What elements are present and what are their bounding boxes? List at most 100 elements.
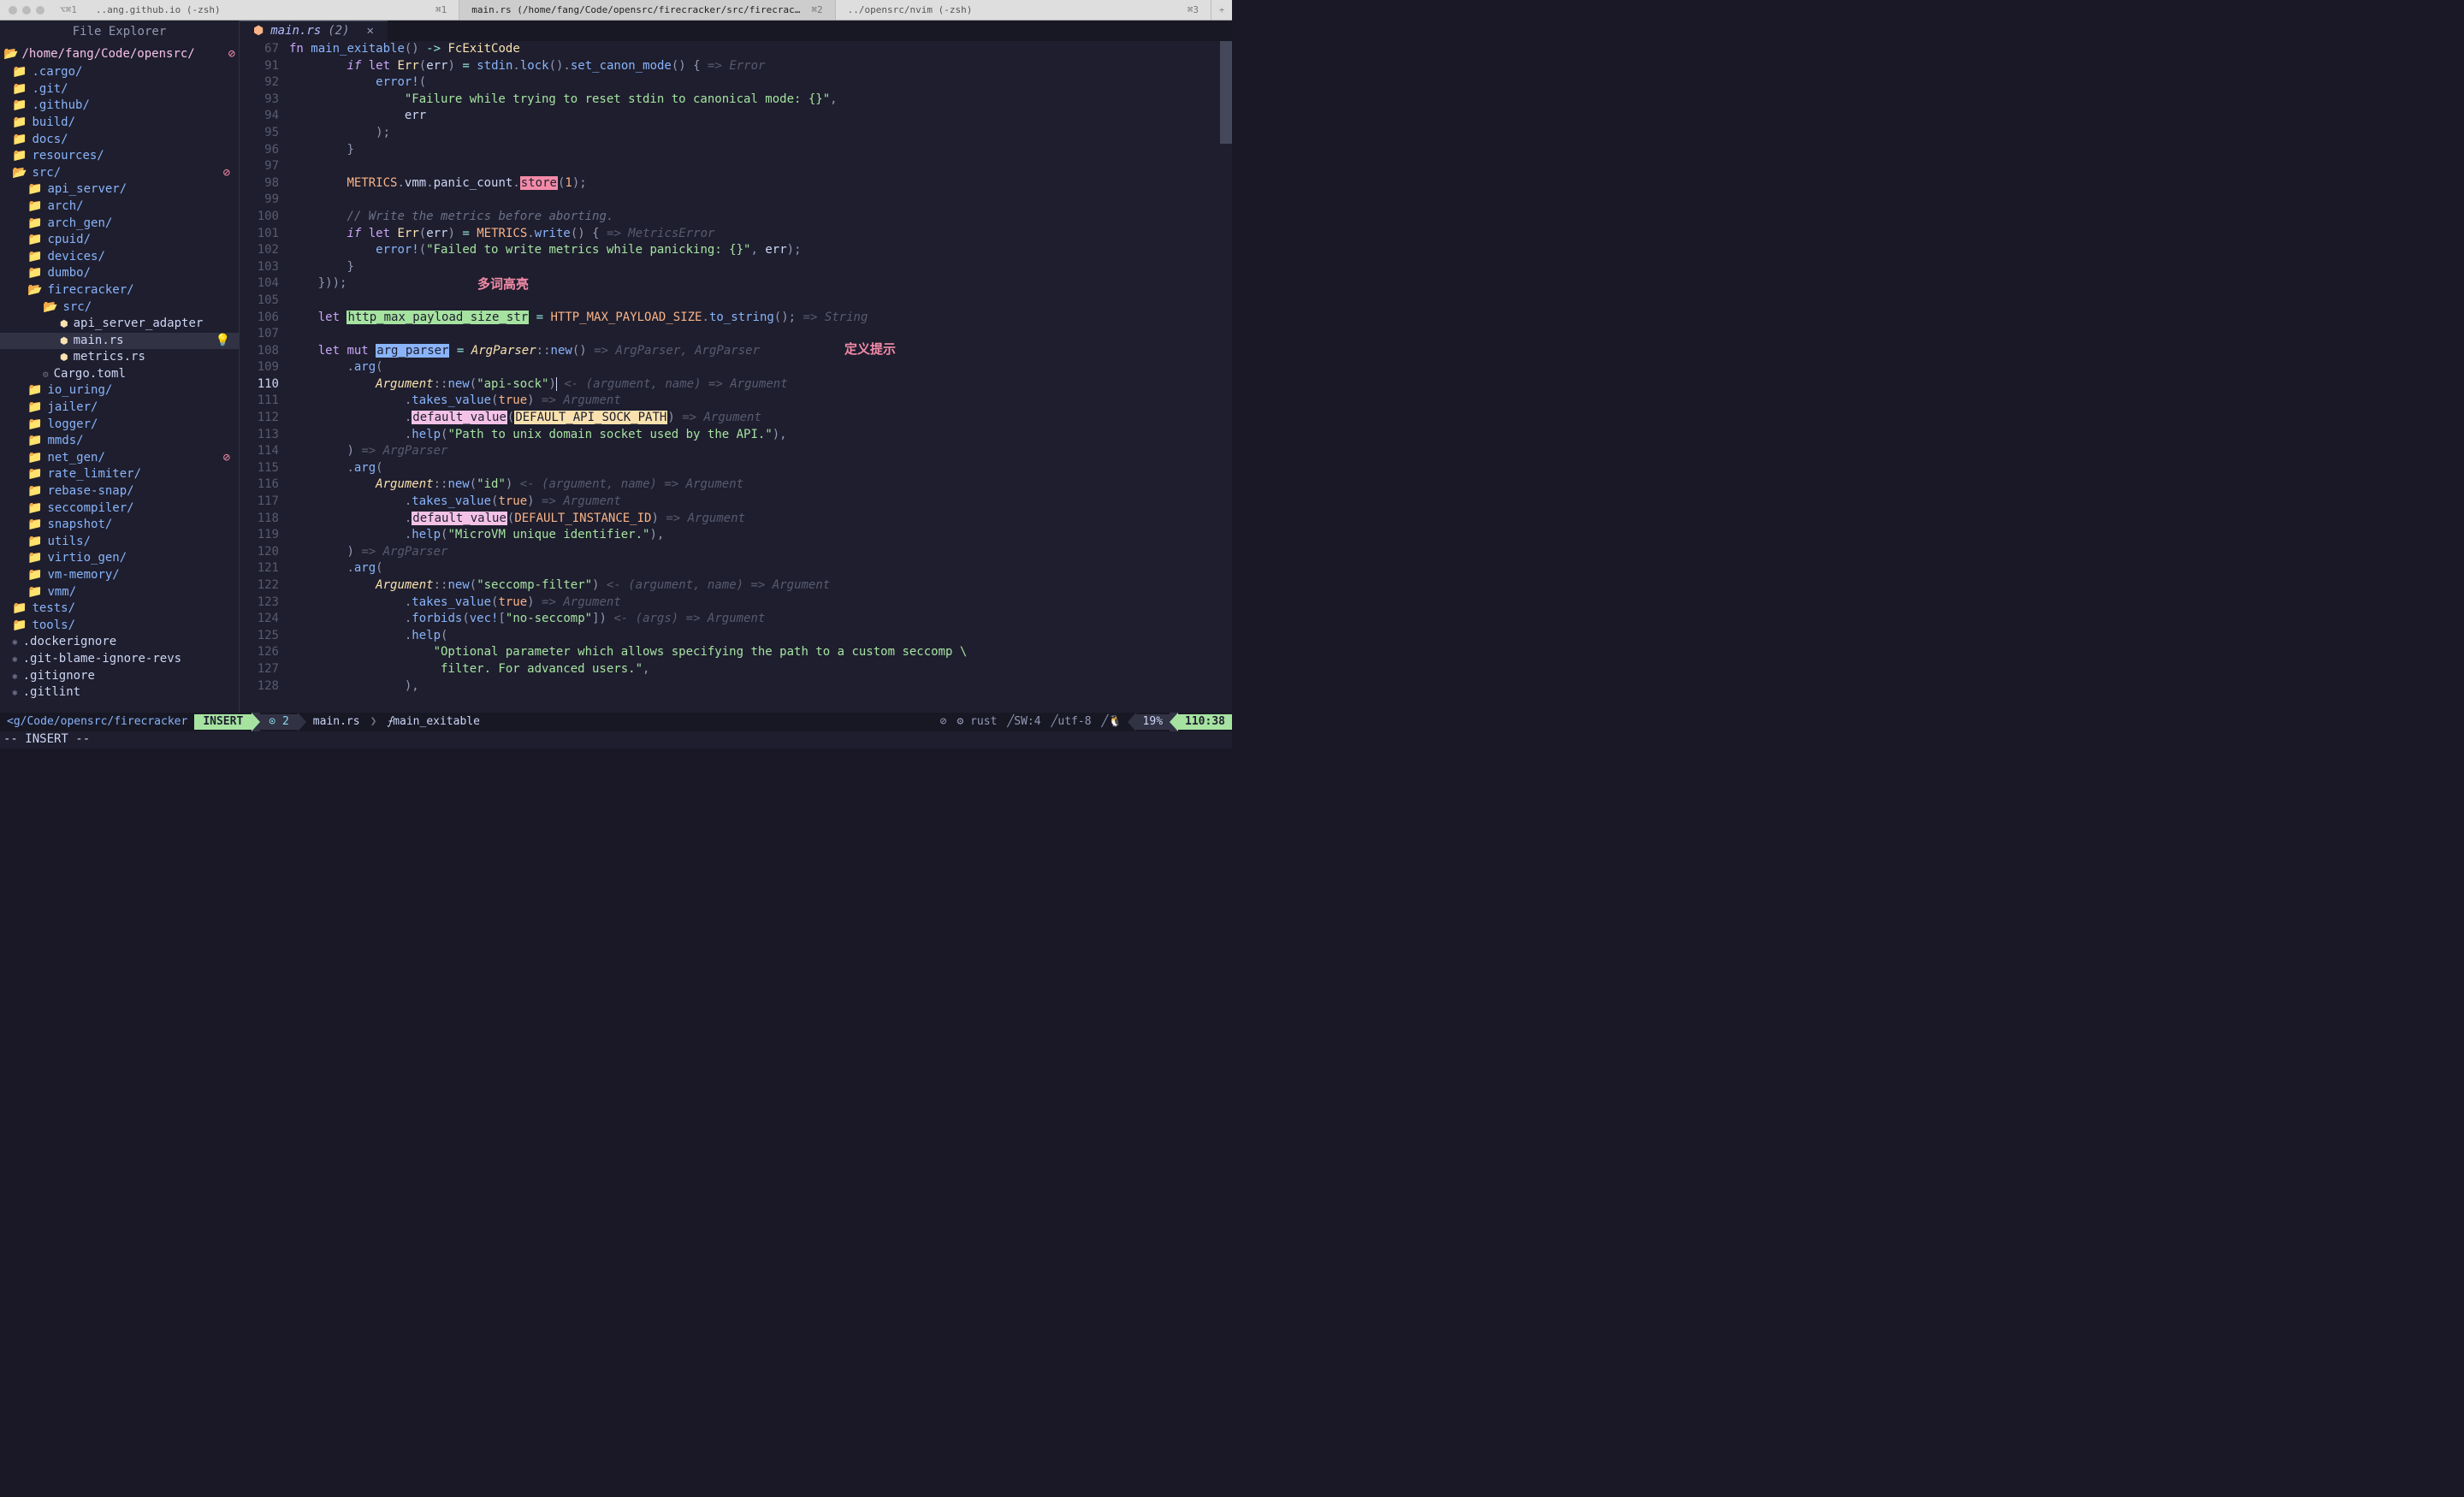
folder-item[interactable]: 📁.git/	[0, 81, 239, 98]
folder-item[interactable]: 📁resources/	[0, 148, 239, 165]
code-line[interactable]: .help("Path to unix domain socket used b…	[289, 427, 1220, 444]
code-line[interactable]: // Write the metrics before aborting.	[289, 209, 1220, 226]
line-number: 125	[240, 628, 279, 645]
tree-item-label: main.rs	[74, 333, 124, 350]
code-line[interactable]: .takes_value(true) => Argument	[289, 595, 1220, 612]
code-line[interactable]: if let Err(err) = stdin.lock().set_canon…	[289, 58, 1220, 75]
minimize-icon[interactable]	[22, 6, 31, 15]
code-line[interactable]: .takes_value(true) => Argument	[289, 494, 1220, 511]
code-line[interactable]: }	[289, 142, 1220, 159]
code-line[interactable]: fn main_exitable() -> FcExitCode	[289, 41, 1220, 58]
folder-item[interactable]: 📂src/	[0, 299, 239, 317]
code-line[interactable]: Argument::new("api-sock") <- (argument, …	[289, 376, 1220, 393]
code-line[interactable]: .arg(	[289, 560, 1220, 577]
code-line[interactable]: error!("Failed to write metrics while pa…	[289, 242, 1220, 259]
code-line[interactable]: .arg(	[289, 359, 1220, 376]
file-item[interactable]: ⬢api_server_adapter	[0, 316, 239, 333]
close-icon[interactable]: ✕	[367, 23, 374, 40]
os-tab[interactable]: ../opensrc/nvim (-zsh)⌘3	[836, 0, 1211, 20]
folder-item[interactable]: 📁logger/	[0, 417, 239, 434]
code-line[interactable]	[289, 158, 1220, 175]
code-body[interactable]: 6791929394959697989910010110210310410510…	[240, 41, 1232, 713]
folder-item[interactable]: 📁.github/	[0, 98, 239, 115]
tree-item-label: firecracker/	[47, 282, 133, 299]
folder-item[interactable]: 📁jailer/	[0, 399, 239, 417]
folder-item[interactable]: 📁build/	[0, 115, 239, 132]
folder-item[interactable]: 📁rebase-snap/	[0, 483, 239, 500]
code-line[interactable]: Argument::new("id") <- (argument, name) …	[289, 476, 1220, 494]
file-item[interactable]: ⬢main.rs💡	[0, 333, 239, 350]
traffic-lights[interactable]	[0, 6, 53, 15]
folder-item[interactable]: 📁arch/	[0, 198, 239, 216]
code-line[interactable]	[289, 293, 1220, 310]
buffer-tab[interactable]: ⬢ main.rs (2) ✕	[240, 21, 388, 41]
zoom-icon[interactable]	[36, 6, 44, 15]
folder-item[interactable]: 📁cpuid/	[0, 232, 239, 249]
code-line[interactable]: .forbids(vec!["no-seccomp"]) <- (args) =…	[289, 611, 1220, 628]
folder-item[interactable]: 📂src/⊘	[0, 165, 239, 182]
folder-item[interactable]: 📁docs/	[0, 132, 239, 149]
code-line[interactable]: );	[289, 125, 1220, 142]
tree-item-label: utils/	[47, 534, 91, 551]
folder-item[interactable]: 📁vm-memory/	[0, 567, 239, 584]
file-item[interactable]: ✱.gitlint	[0, 684, 239, 701]
folder-item[interactable]: 📁tests/	[0, 601, 239, 618]
code-line[interactable]: ) => ArgParser	[289, 443, 1220, 460]
folder-item[interactable]: 📁vmm/	[0, 584, 239, 601]
folder-item[interactable]: 📁.cargo/	[0, 64, 239, 81]
code-line[interactable]: let mut arg_parser = ArgParser::new() =>…	[289, 343, 1220, 360]
new-tab-button[interactable]: +	[1211, 3, 1232, 16]
tree-item-label: .git/	[32, 81, 68, 98]
code-line[interactable]: err	[289, 108, 1220, 125]
code-line[interactable]: .arg(	[289, 460, 1220, 477]
folder-item[interactable]: 📁devices/	[0, 249, 239, 266]
folder-item[interactable]: 📁api_server/	[0, 181, 239, 198]
code-line[interactable]: if let Err(err) = METRICS.write() { => M…	[289, 226, 1220, 243]
code-line[interactable]: .default_value(DEFAULT_API_SOCK_PATH) =>…	[289, 410, 1220, 427]
code-line[interactable]: error!(	[289, 74, 1220, 92]
code-line[interactable]: .help(	[289, 628, 1220, 645]
code-line[interactable]: .default_value(DEFAULT_INSTANCE_ID) => A…	[289, 511, 1220, 528]
folder-item[interactable]: 📁io_uring/	[0, 382, 239, 399]
folder-item[interactable]: 📁snapshot/	[0, 517, 239, 534]
folder-item[interactable]: 📂firecracker/	[0, 282, 239, 299]
file-tree[interactable]: 📁.cargo/📁.git/📁.github/📁build/📁docs/📁res…	[0, 64, 239, 713]
code-line[interactable]: .takes_value(true) => Argument	[289, 393, 1220, 410]
code-line[interactable]: Argument::new("seccomp-filter") <- (argu…	[289, 577, 1220, 595]
code-line[interactable]: ),	[289, 678, 1220, 695]
os-tab[interactable]: ..ang.github.io (-zsh)⌘1	[84, 0, 459, 20]
file-item[interactable]: ✱.dockerignore	[0, 634, 239, 651]
code-line[interactable]: ) => ArgParser	[289, 544, 1220, 561]
minimap[interactable]	[1220, 41, 1232, 713]
folder-item[interactable]: 📁virtio_gen/	[0, 550, 239, 567]
minimap-thumb[interactable]	[1220, 41, 1232, 144]
folder-item[interactable]: 📁dumbo/	[0, 265, 239, 282]
code-line[interactable]: }	[289, 259, 1220, 276]
close-icon[interactable]	[9, 6, 17, 15]
folder-item[interactable]: 📁arch_gen/	[0, 216, 239, 233]
folder-item[interactable]: 📁net_gen/⊘	[0, 450, 239, 467]
folder-item[interactable]: 📁seccompiler/	[0, 500, 239, 518]
folder-item[interactable]: 📁mmds/	[0, 433, 239, 450]
folder-item[interactable]: 📁tools/	[0, 618, 239, 635]
os-tab[interactable]: main.rs (/home/fang/Code/opensrc/firecra…	[459, 0, 835, 20]
code-line[interactable]	[289, 326, 1220, 343]
folder-item[interactable]: 📁rate_limiter/	[0, 466, 239, 483]
file-item[interactable]: ⬢metrics.rs	[0, 349, 239, 366]
file-item[interactable]: ⚙Cargo.toml	[0, 366, 239, 383]
code-line[interactable]: .help("MicroVM unique identifier."),	[289, 527, 1220, 544]
code-line[interactable]: "Failure while trying to reset stdin to …	[289, 92, 1220, 109]
file-item[interactable]: ✱.gitignore	[0, 668, 239, 685]
code-text[interactable]: fn main_exitable() -> FcExitCode if let …	[289, 41, 1220, 713]
folder-item[interactable]: 📁utils/	[0, 534, 239, 551]
status-file: main.rs	[306, 713, 367, 731]
code-line[interactable]: }));	[289, 275, 1220, 293]
code-line[interactable]: filter. For advanced users.",	[289, 661, 1220, 678]
code-line[interactable]	[289, 192, 1220, 209]
code-line[interactable]: METRICS.vmm.panic_count.store(1);	[289, 175, 1220, 192]
code-line[interactable]: let http_max_payload_size_str = HTTP_MAX…	[289, 310, 1220, 327]
file-item[interactable]: ✱.git-blame-ignore-revs	[0, 651, 239, 668]
line-number: 105	[240, 293, 279, 310]
code-line[interactable]: "Optional parameter which allows specify…	[289, 644, 1220, 661]
file-explorer-path[interactable]: 📂 /home/fang/Code/opensrc/ ⊘	[0, 44, 239, 65]
